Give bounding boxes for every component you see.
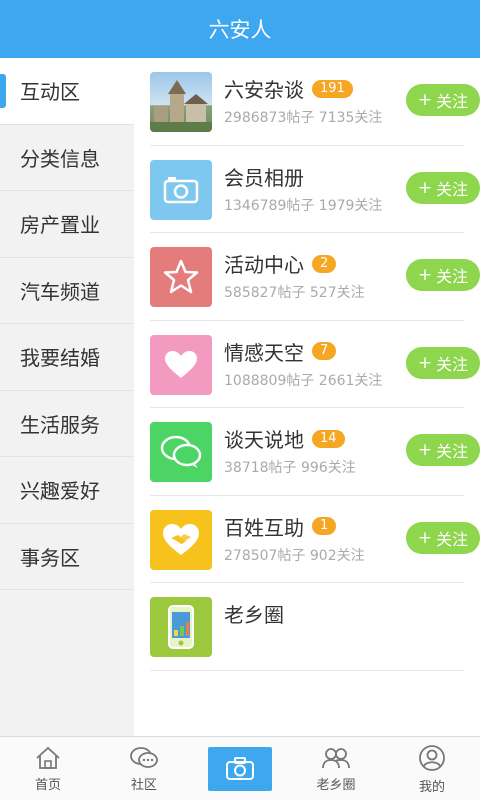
tab-camera[interactable] [192,737,288,800]
tab-community[interactable]: 社区 [96,737,192,800]
plus-icon: + [417,527,433,548]
forum-stats: 585827帖子 527关注 [224,285,365,301]
follow-button[interactable]: + 关注 [406,259,480,291]
sidebar-item-classifieds[interactable]: 分类信息 [0,125,134,191]
forum-title: 会员相册 [224,165,304,190]
new-posts-badge: 191 [312,79,353,98]
forum-row[interactable]: 百姓互助 1 278507帖子 902关注 + 关注 [150,496,480,583]
forum-row[interactable]: 老乡圈 [150,583,464,671]
forum-title: 谈天说地 [224,428,304,452]
forum-row[interactable]: 六安杂谈 191 2986873帖子 7135关注 + 关注 [150,58,480,146]
follow-label: 关注 [436,442,469,461]
sidebar-item-label: 我要结婚 [20,346,100,371]
follow-button[interactable]: + 关注 [406,346,480,379]
forum-title: 情感天空 [224,340,304,365]
tab-mine[interactable]: 我的 [384,737,480,800]
people-icon [322,747,350,768]
forum-row[interactable]: 情感天空 7 1088809帖子 2661关注 + 关注 [150,321,480,408]
tab-fellow-townsmen[interactable]: 老乡圈 [288,737,384,800]
forum-title: 六安杂谈 [224,78,304,102]
forum-row[interactable]: 谈天说地 14 38718帖子 996关注 + 关注 [150,408,480,496]
forum-list: 六安杂谈 191 2986873帖子 7135关注 + 关注 会员相册 13467… [134,58,480,736]
sidebar-item-interaction[interactable]: 互动区 [0,58,134,125]
tab-label: 首页 [34,777,61,793]
sidebar-item-label: 互动区 [20,80,80,105]
forum-title: 百姓互助 [224,515,304,540]
forum-title: 老乡圈 [224,603,284,627]
phone-app-icon [150,597,212,657]
follow-button[interactable]: + 关注 [406,84,480,116]
plus-icon: + [417,90,433,110]
sidebar-item-label: 事务区 [20,545,80,570]
forum-stats: 1346789帖子 1979关注 [224,197,383,214]
follow-label: 关注 [436,529,469,549]
camera-icon [150,159,212,220]
forum-stats: 2986873帖子 7135关注 [224,110,383,126]
forum-title: 活动中心 [224,253,304,277]
page-title: 六安人 [208,18,272,42]
forum-stats: 1088809帖子 2661关注 [224,372,383,389]
sidebar-item-affairs[interactable]: 事务区 [0,524,134,590]
sidebar-item-label: 兴趣爱好 [20,479,100,504]
follow-label: 关注 [436,354,469,374]
heart-icon [150,334,212,395]
user-icon [419,744,445,771]
sidebar-item-hobbies[interactable]: 兴趣爱好 [0,457,134,524]
handshake-heart-icon [150,509,212,570]
tab-home[interactable]: 首页 [0,737,96,800]
new-posts-badge: 7 [312,342,337,360]
new-posts-badge: 1 [312,517,337,535]
sidebar-item-wedding[interactable]: 我要结婚 [0,324,134,391]
tab-label: 社区 [130,777,157,793]
camera-icon [226,757,254,780]
sidebar-item-label: 汽车频道 [20,279,100,304]
plus-icon: + [417,177,433,198]
new-posts-badge: 14 [312,429,345,448]
sidebar-item-real-estate[interactable]: 房产置业 [0,191,134,258]
plus-icon: + [417,265,433,285]
home-icon [36,746,60,769]
follow-label: 关注 [436,92,469,111]
sidebar-item-life-services[interactable]: 生活服务 [0,391,134,457]
forum-row[interactable]: 会员相册 1346789帖子 1979关注 + 关注 [150,146,480,233]
tab-label: 老乡圈 [316,777,356,793]
follow-button[interactable]: + 关注 [406,521,480,554]
sidebar-item-label: 房产置业 [20,213,100,238]
app-header: 六安人 [0,0,480,58]
community-icon [130,746,158,768]
building-photo-icon [150,72,212,132]
star-icon [150,247,212,307]
follow-label: 关注 [436,179,469,199]
sidebar-item-label: 生活服务 [20,412,100,437]
new-posts-badge: 2 [312,254,337,273]
chat-bubbles-icon [150,422,212,482]
follow-label: 关注 [436,267,469,286]
plus-icon: + [417,352,433,373]
forum-row[interactable]: 活动中心 2 585827帖子 527关注 + 关注 [150,233,480,321]
plus-icon: + [417,440,433,460]
tab-label: 我的 [418,779,445,795]
follow-button[interactable]: + 关注 [406,171,480,204]
follow-button[interactable]: + 关注 [406,434,480,466]
forum-stats: 278507帖子 902关注 [224,547,365,564]
sidebar-item-cars[interactable]: 汽车频道 [0,258,134,324]
category-sidebar: 互动区 分类信息 房产置业 汽车频道 我要结婚 生活服务 兴趣爱好 事务区 [0,58,134,736]
camera-button[interactable] [208,747,272,791]
sidebar-item-label: 分类信息 [20,146,100,171]
forum-stats: 38718帖子 996关注 [224,460,356,476]
bottom-tab-bar: 首页 社区 老乡圈 我的 [0,736,480,800]
